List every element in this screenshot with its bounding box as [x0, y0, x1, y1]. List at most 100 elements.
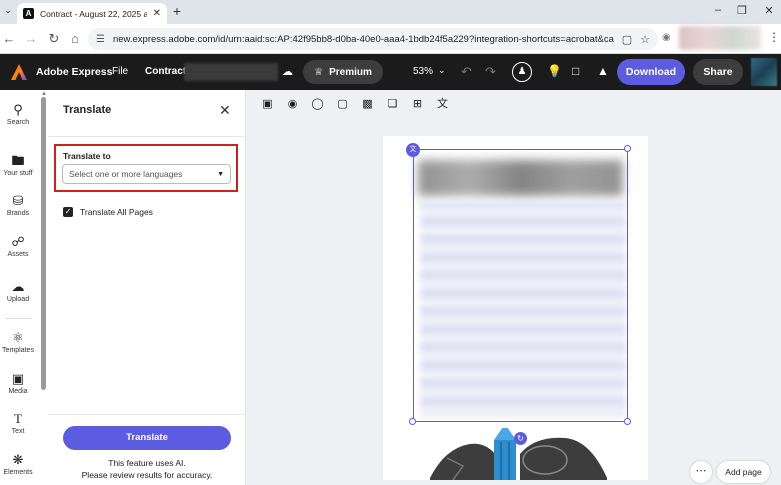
back-icon[interactable]: ← — [0, 30, 18, 48]
selection-box[interactable] — [413, 149, 628, 422]
camera-icon[interactable]: ◉ — [662, 32, 671, 43]
text-icon: T — [14, 411, 22, 426]
rail-item-text[interactable]: T Text — [0, 411, 36, 435]
site-info-icon[interactable]: ☰ — [96, 34, 105, 45]
rail-divider — [6, 318, 32, 319]
resize-handle-top-right[interactable] — [624, 145, 631, 152]
app-header: Adobe Express File Contract - ☁ ♕ Premiu… — [0, 54, 781, 90]
tab-close-icon[interactable]: ✕ — [153, 8, 161, 19]
browser-menu-kebab-icon[interactable]: ⋮ — [768, 30, 780, 44]
folder-icon: 🖿 — [11, 153, 25, 168]
rotate-handle-icon[interactable]: ↻ — [514, 432, 527, 445]
share-button[interactable]: Share — [693, 59, 743, 85]
rail-label-your-stuff: Your stuff — [3, 170, 33, 177]
zoom-chevron-down-icon[interactable]: ⌄ — [438, 65, 446, 76]
templates-icon: ⚛ — [12, 330, 24, 345]
panel-title: Translate — [63, 104, 112, 116]
browser-tab[interactable]: A Contract - August 22, 2025 at 1 ✕ — [17, 3, 167, 24]
canvas-toolbar: ▣ ◉ ◯ ▢ ▩ ❏ ⊞ 文 — [247, 90, 781, 118]
flask-icon[interactable]: ▲ — [597, 64, 609, 78]
translate-to-label: Translate to — [63, 151, 111, 161]
elements-icon: ❋ — [12, 452, 24, 467]
window-close-icon[interactable]: ✕ — [762, 4, 776, 17]
comment-icon[interactable]: □ — [572, 64, 579, 78]
cloud-sync-icon[interactable]: ☁ — [282, 65, 293, 78]
user-avatar[interactable] — [751, 58, 777, 86]
rail-item-templates[interactable]: ⚛ Templates — [0, 330, 36, 354]
download-button[interactable]: Download — [617, 59, 685, 85]
brand-icon: ⛁ — [12, 193, 24, 208]
ai-note-line-2: Please review results for accuracy. — [81, 470, 213, 480]
media-icon: ▣ — [11, 371, 25, 386]
bookmark-star-icon[interactable]: ☆ — [640, 33, 650, 46]
frame-icon[interactable]: ▩ — [359, 96, 376, 113]
document-title-redacted — [184, 63, 278, 81]
forward-icon[interactable]: → — [22, 30, 40, 48]
minimize-icon[interactable]: – — [711, 4, 725, 16]
panel-divider — [48, 136, 246, 137]
browser-profile-area[interactable] — [679, 26, 761, 50]
translate-button[interactable]: Translate — [63, 426, 231, 450]
resize-handle-bottom-right[interactable] — [624, 418, 631, 425]
home-icon[interactable]: ⌂ — [66, 30, 84, 48]
translate-badge-icon[interactable]: 文 — [406, 143, 420, 157]
square-icon[interactable]: ▢ — [334, 96, 351, 113]
rail-item-elements[interactable]: ❋ Elements — [0, 452, 36, 476]
add-page-button[interactable]: Add page — [717, 461, 770, 483]
rail-item-assets[interactable]: ☍ Assets — [0, 234, 36, 258]
rail-item-upload[interactable]: ☁ Upload — [0, 279, 36, 303]
rail-label-assets: Assets — [7, 251, 29, 258]
rail-item-media[interactable]: ▣ Media — [0, 371, 36, 395]
grid-icon[interactable]: ⊞ — [409, 96, 426, 113]
more-options-icon[interactable]: ⋯ — [690, 461, 712, 483]
rail-label-text: Text — [11, 428, 25, 435]
rail-item-search[interactable]: ⚲ Search — [0, 102, 36, 126]
url-field[interactable]: ☰ new.express.adobe.com/id/urn:aaid:sc:A… — [88, 28, 658, 50]
layers-icon[interactable]: ❏ — [384, 96, 401, 113]
rail-item-your-stuff[interactable]: 🖿 Your stuff — [0, 153, 36, 177]
left-rail: ⚲ Search 🖿 Your stuff ⛁ Brands ☍ Assets … — [0, 90, 40, 485]
language-select-placeholder: Select one or more languages — [69, 169, 183, 179]
file-menu[interactable]: File — [112, 66, 128, 77]
upload-icon: ☁ — [11, 279, 25, 294]
search-icon: ⚲ — [13, 102, 23, 117]
shapes-icon[interactable]: ◯ — [309, 96, 326, 113]
browser-tabstrip: ⌄ A Contract - August 22, 2025 at 1 ✕ + … — [0, 0, 781, 24]
adobe-favicon-icon: A — [23, 8, 34, 19]
chevron-down-icon: ▼ — [217, 170, 224, 178]
restore-icon[interactable]: ❐ — [735, 4, 749, 17]
ai-note-line-1: This feature uses AI. — [108, 458, 186, 468]
resize-handle-bottom-left[interactable] — [409, 418, 416, 425]
reload-icon[interactable]: ↻ — [45, 30, 63, 48]
panel-footer-divider — [48, 414, 246, 415]
rail-item-brands[interactable]: ⛁ Brands — [0, 193, 36, 217]
assets-icon: ☍ — [11, 234, 25, 249]
replace-image-icon[interactable]: ▣ — [259, 96, 276, 113]
zoom-level[interactable]: 53% — [413, 66, 433, 77]
redo-icon[interactable]: ↷ — [485, 64, 496, 80]
rail-label-templates: Templates — [2, 347, 34, 354]
rail-scrollbar-thumb[interactable] — [41, 97, 46, 390]
translate-all-pages-label[interactable]: Translate All Pages — [80, 207, 153, 217]
translate-icon[interactable]: 文 — [434, 96, 451, 113]
url-text: new.express.adobe.com/id/urn:aaid:sc:AP:… — [112, 33, 614, 45]
new-tab-plus-icon[interactable]: + — [170, 3, 184, 19]
color-palette-icon[interactable]: ◉ — [284, 96, 301, 113]
install-app-icon[interactable]: ▢ — [622, 33, 632, 46]
invite-user-icon[interactable]: ♟ — [512, 62, 532, 82]
crown-icon: ♕ — [314, 66, 324, 78]
lightbulb-icon[interactable]: 💡 — [547, 64, 562, 78]
undo-icon[interactable]: ↶ — [461, 64, 472, 80]
adobe-express-logo-icon[interactable] — [10, 63, 28, 81]
tab-title: Contract - August 22, 2025 at 1 — [40, 8, 147, 19]
tab-list-chevron-icon[interactable]: ⌄ — [0, 5, 16, 16]
premium-label: Premium — [329, 66, 372, 78]
translate-all-pages-checkbox[interactable]: ✓ — [63, 207, 73, 217]
rail-label-brands: Brands — [6, 210, 30, 217]
ai-disclaimer: This feature uses AI. Please review resu… — [48, 457, 246, 481]
close-icon[interactable]: ✕ — [219, 102, 231, 119]
premium-button[interactable]: ♕ Premium — [303, 60, 383, 84]
rail-label-search: Search — [6, 119, 30, 126]
translate-panel: Translate ✕ Translate to Select one or m… — [48, 90, 246, 485]
language-select[interactable]: Select one or more languages ▼ — [62, 164, 231, 184]
